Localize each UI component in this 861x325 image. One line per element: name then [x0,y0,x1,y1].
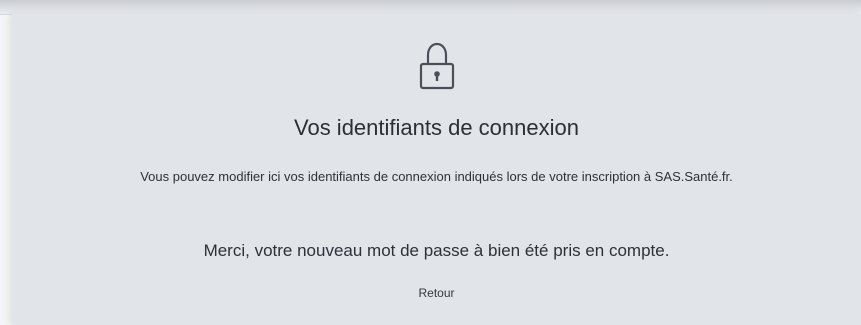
success-message: Merci, votre nouveau mot de passe à bien… [203,241,670,260]
back-link[interactable]: Retour [418,285,454,301]
page: Vos identifiants de connexion Vous pouve… [0,0,861,325]
page-description: Vous pouvez modifier ici vos identifiant… [140,169,733,184]
page-title: Vos identifiants de connexion [294,115,579,140]
top-bar-shadow [0,0,861,15]
lock-icon [417,40,457,92]
credentials-card: Vos identifiants de connexion Vous pouve… [12,14,861,325]
